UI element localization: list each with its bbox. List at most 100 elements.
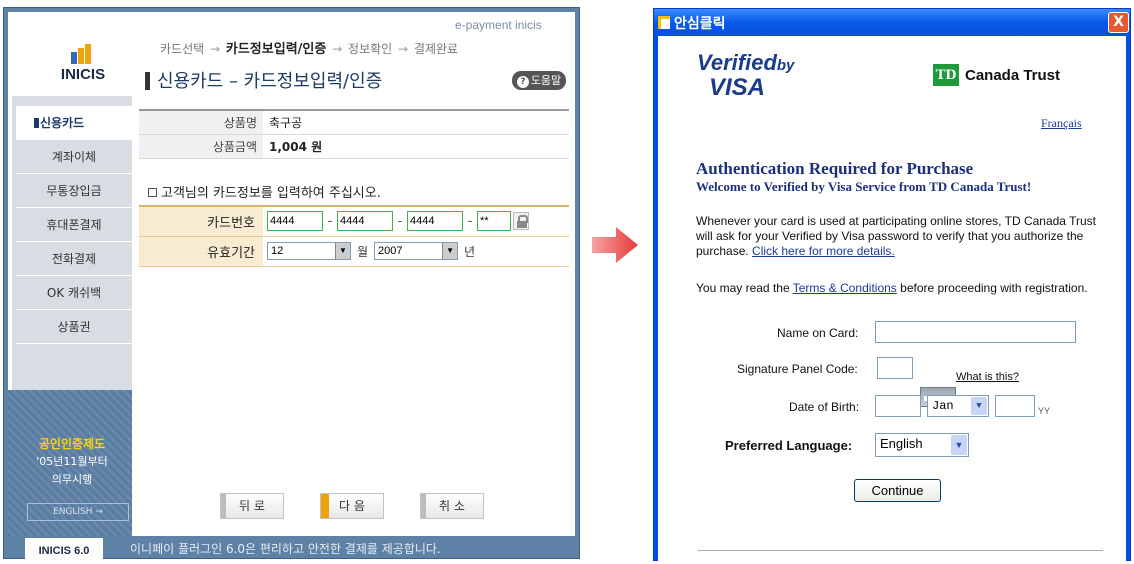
button-strip (321, 494, 329, 518)
sidebar-item-phone[interactable]: 전화결제 (16, 242, 132, 276)
td-canada-trust-logo: TD Canada Trust (933, 64, 1060, 86)
signature-label: Signature Panel Code: (737, 362, 858, 376)
inicis-logo-text: INICIS (60, 66, 106, 83)
amount-label: 상품금액 (139, 134, 263, 159)
expiry-year-value: 2007 (378, 245, 403, 257)
back-button[interactable]: 뒤 로 (220, 493, 284, 519)
window-title: 안심클릭 (674, 16, 726, 32)
next-button[interactable]: 다 음 (320, 493, 384, 519)
year-hint: YY (1038, 406, 1051, 416)
sidebar-item-deposit[interactable]: 무통장입금 (16, 174, 132, 208)
expiry-label: 유효기간 (139, 236, 263, 267)
product-value: 축구공 (263, 109, 569, 135)
sidebar-item-label: 계좌이체 (51, 150, 97, 164)
continue-button[interactable]: Continue (854, 479, 941, 502)
chevron-down-icon: ▼ (971, 397, 987, 415)
vbv-verified: Verified (697, 50, 777, 75)
language-label: Preferred Language: (725, 438, 853, 453)
close-button[interactable]: X (1108, 12, 1129, 33)
help-button[interactable]: ? 도움말 (512, 71, 566, 90)
what-is-this-link[interactable]: What is this? (956, 371, 1019, 383)
sidebar-item-mobile[interactable]: 휴대폰결제 (16, 208, 132, 242)
sidebar-item-label: 전화결제 (51, 252, 97, 266)
page-title: 신용카드 – 카드정보입력/인증 (145, 67, 382, 93)
sidebar-item-label: OK 캐쉬백 (46, 286, 102, 300)
sidebar-item-gift-card[interactable]: 상품권 (16, 310, 132, 344)
english-button[interactable]: ENGLISH → (27, 503, 129, 521)
expiry-month-select[interactable]: 12 ▼ (267, 242, 351, 260)
name-on-card-input[interactable] (875, 321, 1076, 343)
sidebar-item-label: 신용카드 (40, 116, 85, 130)
card-number-label: 카드번호 (139, 205, 263, 237)
dob-month-select[interactable]: Jan ▼ (927, 395, 989, 417)
page-title-text: 신용카드 – 카드정보입력/인증 (157, 71, 383, 92)
brand-eyebrow: e-payment inicis (455, 18, 542, 32)
safe-click-window: 안심클릭 X Verifiedby VISA TD Canada Trust Fra… (653, 8, 1131, 562)
dob-year-input[interactable] (995, 395, 1035, 417)
dob-day-input[interactable] (875, 395, 921, 417)
step-breadcrumb: 카드선택 → 카드정보입력/인증 → 정보확인 → 결제완료 (160, 38, 458, 57)
amount-value: 1,004 원 (263, 134, 569, 159)
card-number-input-1[interactable]: 4444 (267, 211, 323, 232)
step-card-info: 카드정보입력/인증 (225, 42, 327, 57)
window-titlebar[interactable]: 안심클릭 X (654, 9, 1130, 36)
sidebar-item-credit-card[interactable]: 신용카드 (16, 106, 132, 140)
product-label: 상품명 (139, 109, 263, 135)
card-form-table: 카드번호 4444-4444-4444- ** 유효기간 12 ▼ 월 2007 ▼ 년 (139, 205, 569, 267)
chevron-down-icon: ▼ (442, 243, 458, 259)
inicis-logo-mark-icon (71, 44, 95, 64)
dob-label: Date of Birth: (789, 400, 860, 414)
title-bar-icon (145, 72, 150, 90)
details-link[interactable]: Click here for more details. (752, 244, 895, 258)
cert-line1: '05년11월부터 (36, 455, 108, 468)
auth-description: Whenever your card is used at participat… (696, 214, 1106, 259)
button-strip (221, 494, 226, 518)
expiry-year-select[interactable]: 2007 ▼ (374, 242, 459, 260)
month-unit: 월 (357, 244, 369, 259)
certificate-notice: 공인인증제도 '05년11월부터 의무시행 (12, 435, 132, 489)
active-marker-icon (34, 118, 39, 128)
verified-by-visa-logo: Verifiedby VISA (697, 50, 794, 101)
francais-link[interactable]: Français (1041, 116, 1082, 131)
cert-line2: 의무시행 (51, 473, 93, 486)
card-number-input-4[interactable]: ** (477, 211, 511, 232)
table-row: 유효기간 12 ▼ 월 2007 ▼ 년 (139, 236, 569, 267)
help-label: 도움말 (530, 74, 562, 87)
dash: - (397, 213, 403, 229)
payment-content-area: INICIS e-payment inicis 카드선택 → 카드정보입력/인증… (8, 12, 575, 536)
expiry-fields: 12 ▼ 월 2007 ▼ 년 (263, 236, 569, 267)
sidebar-item-label: 휴대폰결제 (46, 218, 102, 232)
vbv-visa: VISA (709, 74, 766, 101)
product-info-table: 상품명 축구공 상품금액 1,004 원 (139, 109, 569, 159)
sidebar-item-label: 무통장입금 (46, 184, 102, 198)
bullet-icon (148, 188, 157, 197)
sidebar-item-bank-transfer[interactable]: 계좌이체 (16, 140, 132, 174)
td-logo-name: Canada Trust (965, 66, 1061, 84)
language-value: English (880, 436, 923, 451)
dash: - (327, 213, 333, 229)
divider (698, 550, 1103, 551)
name-label: Name on Card: (777, 326, 859, 340)
lock-icon[interactable] (513, 212, 529, 231)
version-badge: INICIS 6.0 (25, 538, 103, 560)
cancel-button[interactable]: 취 소 (420, 493, 484, 519)
step-complete: 결제완료 (413, 42, 459, 56)
sidebar-item-ok-cashbag[interactable]: OK 캐쉬백 (16, 276, 132, 310)
signature-code-input[interactable] (877, 357, 913, 379)
language-select[interactable]: English ▼ (875, 433, 969, 457)
step-arrow: → (398, 42, 409, 56)
prompt-text: 고객님의 카드정보를 입력하여 주십시오. (161, 186, 381, 201)
step-arrow: → (332, 42, 343, 56)
step-card-select: 카드선택 (160, 42, 205, 56)
terms-notice: You may read the Terms & Conditions befo… (696, 281, 1106, 296)
terms-pre: You may read the (696, 281, 790, 295)
button-strip (421, 494, 426, 518)
table-row: 상품금액 1,004 원 (139, 134, 569, 159)
terms-link[interactable]: Terms & Conditions (793, 281, 897, 295)
auth-subheading: Welcome to Verified by Visa Service from… (696, 179, 1032, 194)
card-number-input-3[interactable]: 4444 (407, 211, 463, 232)
card-number-input-2[interactable]: 4444 (337, 211, 393, 232)
window-icon (658, 16, 670, 29)
terms-post: before proceeding with registration. (900, 281, 1088, 295)
question-icon: ? (516, 76, 529, 88)
